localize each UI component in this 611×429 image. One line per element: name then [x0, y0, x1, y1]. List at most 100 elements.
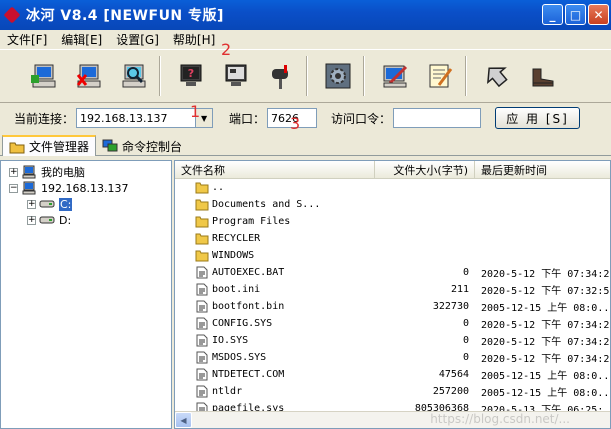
file-date: 2005-12-15 上午 08:0...	[481, 388, 611, 399]
folder-icon	[195, 249, 209, 262]
folder-icon	[195, 181, 209, 194]
tools-button[interactable]	[420, 54, 460, 98]
file-name-cell: Program Files	[175, 215, 375, 228]
file-name-cell: WINDOWS	[175, 249, 375, 262]
menu-help[interactable]: 帮助[H]	[166, 31, 222, 48]
folder-icon	[9, 140, 25, 154]
table-row[interactable]: AUTOEXEC.BAT 0 2020-5-12 下午 07:34:2	[175, 264, 610, 281]
boots-exit-icon	[527, 61, 557, 91]
file-list[interactable]: 文件名称 文件大小(字节) 最后更新时间 .. Documents and S..…	[174, 160, 611, 429]
drive-icon	[39, 197, 55, 211]
tab-file-manager[interactable]: 文件管理器	[2, 135, 97, 156]
file-name: MSDOS.SYS	[212, 352, 267, 363]
menu-file[interactable]: 文件[F]	[0, 31, 54, 48]
file-name-cell: NTDETECT.COM	[175, 368, 375, 381]
column-header-date[interactable]: 最后更新时间	[475, 161, 610, 179]
connection-bar: 当前连接： ▼ 端口： 访问口令： 应 用 [S]	[0, 103, 611, 133]
file-date: 2005-12-15 上午 08:0...	[481, 371, 611, 382]
maximize-button[interactable]: □	[565, 4, 586, 25]
table-row[interactable]: RECYCLER	[175, 230, 610, 247]
file-name-cell: bootfont.bin	[175, 300, 375, 313]
help-monitor-button[interactable]: ?	[171, 54, 211, 98]
tree-label: 192.168.13.137	[41, 181, 129, 195]
help-monitor-icon: ?	[176, 61, 206, 91]
table-row[interactable]: MSDOS.SYS 0 2020-5-12 下午 07:34:2	[175, 349, 610, 366]
tree-node-my-computer[interactable]: + 我的电脑	[9, 164, 85, 180]
file-size: 211	[450, 284, 469, 295]
file-icon	[195, 300, 209, 313]
connection-input[interactable]	[77, 109, 196, 127]
file-name-cell: RECYCLER	[175, 232, 375, 245]
back-button[interactable]	[477, 54, 517, 98]
table-row[interactable]: IO.SYS 0 2020-5-12 下午 07:34:2	[175, 332, 610, 349]
edit-button[interactable]	[375, 54, 415, 98]
file-name: IO.SYS	[212, 335, 249, 346]
toolbar-separator	[159, 56, 161, 96]
table-row[interactable]: ..	[175, 179, 610, 196]
edit-pen-icon	[380, 61, 410, 91]
file-date: 2020-5-12 下午 07:34:2	[481, 269, 610, 280]
file-name: NTDETECT.COM	[212, 369, 285, 380]
table-row[interactable]: NTDETECT.COM 47564 2005-12-15 上午 08:0...	[175, 366, 611, 383]
apply-button[interactable]: 应 用 [S]	[495, 107, 581, 129]
tree-label: D:	[59, 213, 72, 227]
column-header-name[interactable]: 文件名称	[175, 161, 375, 179]
password-label: 访问口令：	[331, 111, 392, 126]
expand-icon[interactable]: +	[9, 167, 18, 177]
settings-button[interactable]	[318, 54, 358, 98]
screen-monitor-button[interactable]	[216, 54, 256, 98]
tree-node-drive-c[interactable]: + C:	[27, 196, 73, 212]
window-controls: _ □ ✕	[542, 4, 609, 25]
directory-tree[interactable]: + 我的电脑 − 192.168.13.137 + C: + D:	[0, 160, 172, 429]
add-computer-button[interactable]	[24, 54, 64, 98]
table-row[interactable]: WINDOWS	[175, 247, 610, 264]
column-header-size[interactable]: 文件大小(字节)	[375, 161, 475, 179]
remove-computer-button[interactable]	[69, 54, 109, 98]
file-date: 2020-5-12 下午 07:34:2	[481, 337, 610, 348]
file-rows: .. Documents and S... Program Files RECYCLE…	[175, 179, 611, 417]
tab-command-console[interactable]: 命令控制台	[96, 136, 188, 156]
file-icon	[195, 266, 209, 279]
file-name: RECYCLER	[212, 233, 261, 244]
file-name-cell: ..	[175, 181, 375, 194]
tree-node-drive-d[interactable]: + D:	[27, 212, 71, 228]
search-computer-icon	[119, 61, 149, 91]
table-row[interactable]: bootfont.bin 322730 2005-12-15 上午 08:0...	[175, 298, 611, 315]
table-row[interactable]: Program Files	[175, 213, 610, 230]
annotation-marker-2: 2	[221, 40, 232, 59]
close-button[interactable]: ✕	[588, 4, 609, 25]
annotation-marker-1: 1	[190, 102, 201, 121]
file-size: 257200	[432, 386, 469, 397]
minimize-button[interactable]: _	[542, 4, 563, 25]
file-date: 2005-12-15 上午 08:0...	[481, 303, 611, 314]
mailbox-button[interactable]	[261, 54, 301, 98]
annotation-marker-3: 3	[290, 114, 301, 133]
file-name-cell: boot.ini	[175, 283, 375, 296]
table-row[interactable]: boot.ini 211 2020-5-12 下午 07:32:5	[175, 281, 610, 298]
file-icon	[195, 351, 209, 364]
table-row[interactable]: ntldr 257200 2005-12-15 上午 08:0...	[175, 383, 611, 400]
table-row[interactable]: CONFIG.SYS 0 2020-5-12 下午 07:34:2	[175, 315, 610, 332]
file-name: boot.ini	[212, 284, 261, 295]
title-bar[interactable]: 冰河 V8.4 [NEWFUN 专版] _ □ ✕	[0, 0, 611, 30]
file-icon	[195, 368, 209, 381]
expand-icon[interactable]: +	[27, 199, 36, 209]
collapse-icon[interactable]: −	[9, 183, 18, 193]
tree-node-host[interactable]: − 192.168.13.137	[9, 180, 128, 196]
computer-icon	[21, 181, 37, 195]
search-computer-button[interactable]	[114, 54, 154, 98]
exit-button[interactable]	[522, 54, 562, 98]
password-field[interactable]	[393, 108, 482, 128]
menu-settings[interactable]: 设置[G]	[109, 31, 166, 48]
file-size: 0	[462, 318, 469, 329]
file-icon	[195, 334, 209, 347]
gear-settings-icon	[323, 61, 353, 91]
table-row[interactable]: Documents and S...	[175, 196, 610, 213]
watermark: https://blog.csdn.net/...	[430, 412, 570, 426]
menu-edit[interactable]: 编辑[E]	[54, 31, 109, 48]
file-size: 322730	[432, 301, 469, 312]
scroll-left-icon[interactable]: ◀	[175, 412, 192, 428]
expand-icon[interactable]: +	[27, 215, 36, 225]
file-name: AUTOEXEC.BAT	[212, 267, 285, 278]
folder-icon	[195, 198, 209, 211]
